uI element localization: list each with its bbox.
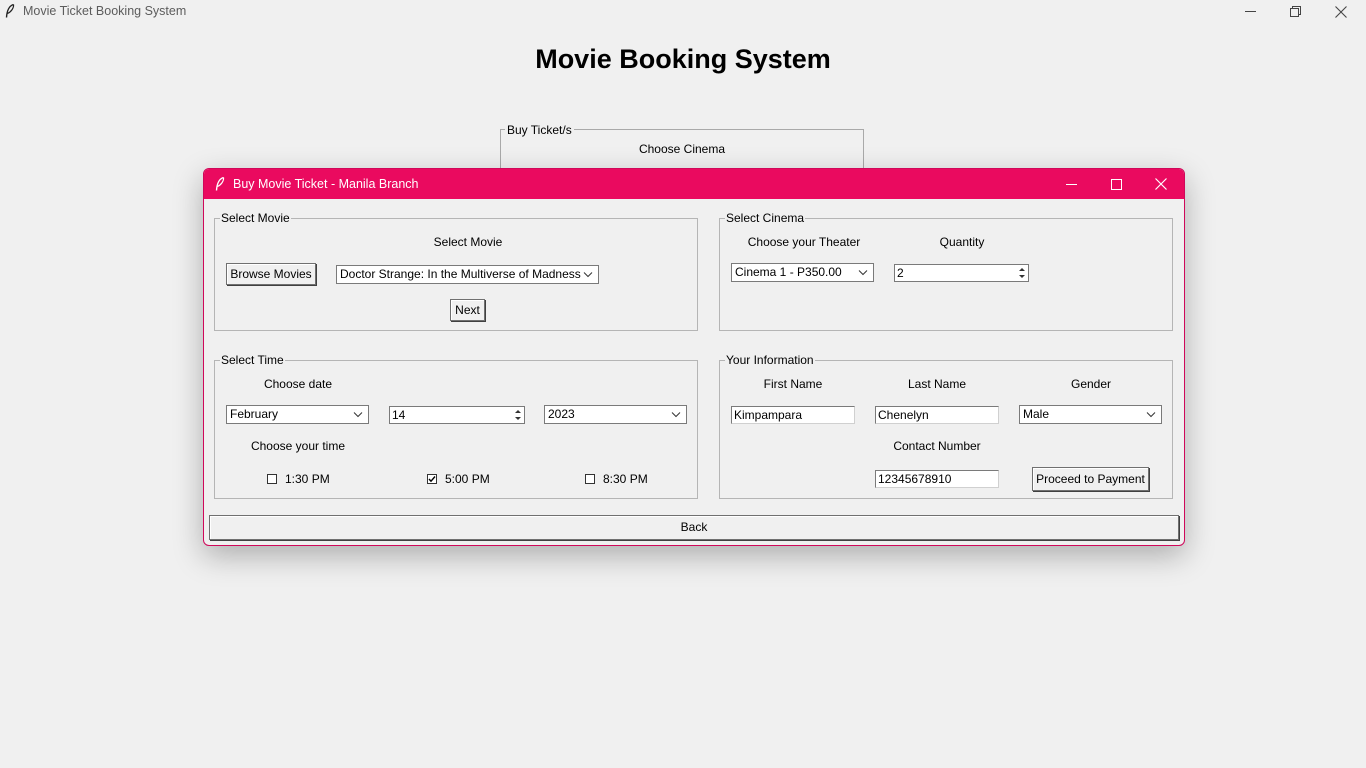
feather-icon	[5, 4, 15, 18]
time-2-checkbox[interactable]	[427, 474, 437, 484]
main-restore-button[interactable]	[1272, 0, 1318, 23]
close-icon	[1155, 178, 1167, 190]
time-option-2[interactable]: 5:00 PM	[427, 472, 490, 486]
chevron-down-icon	[858, 270, 868, 276]
last-name-field[interactable]: Chenelyn	[875, 406, 999, 424]
buy-tickets-legend: Buy Ticket/s	[505, 123, 574, 137]
spin-arrows-icon[interactable]	[513, 407, 523, 423]
quantity-spinbox[interactable]: 2	[894, 264, 1029, 282]
day-spinbox[interactable]: 14	[389, 406, 525, 424]
contact-number-label: Contact Number	[893, 439, 981, 453]
year-select[interactable]: 2023	[544, 405, 687, 424]
select-cinema-legend: Select Cinema	[725, 211, 806, 225]
time-1-label: 1:30 PM	[285, 472, 330, 486]
main-window-titlebar: Movie Ticket Booking System	[0, 0, 1366, 23]
restore-icon	[1289, 6, 1301, 17]
dialog-titlebar: Buy Movie Ticket - Manila Branch	[204, 169, 1184, 199]
dialog-minimize-button[interactable]	[1048, 169, 1094, 199]
proceed-to-payment-button[interactable]: Proceed to Payment	[1032, 467, 1149, 491]
close-icon	[1335, 5, 1347, 18]
dialog-close-button[interactable]	[1138, 169, 1184, 199]
year-select-value: 2023	[548, 407, 575, 421]
last-name-label: Last Name	[907, 377, 967, 391]
choose-date-label: Choose date	[263, 377, 333, 391]
movie-select-value: Doctor Strange: In the Multiverse of Mad…	[340, 267, 581, 281]
first-name-field[interactable]: Kimpampara	[731, 406, 855, 424]
time-3-checkbox[interactable]	[585, 474, 595, 484]
chevron-down-icon	[671, 412, 681, 418]
select-movie-label: Select Movie	[433, 235, 503, 249]
choose-cinema-label: Choose Cinema	[638, 142, 726, 156]
time-3-label: 8:30 PM	[603, 472, 648, 486]
main-minimize-button[interactable]	[1227, 0, 1273, 23]
select-movie-legend: Select Movie	[220, 211, 291, 225]
select-time-legend: Select Time	[220, 353, 285, 367]
gender-label: Gender	[1070, 377, 1112, 391]
dialog-title: Buy Movie Ticket - Manila Branch	[233, 177, 419, 191]
gender-select-value: Male	[1023, 407, 1050, 421]
minimize-icon	[1244, 11, 1256, 12]
app-heading: Movie Booking System	[535, 44, 831, 74]
movie-select[interactable]: Doctor Strange: In the Multiverse of Mad…	[336, 265, 599, 284]
back-button[interactable]: Back	[209, 515, 1179, 540]
dialog-maximize-button[interactable]	[1093, 169, 1139, 199]
time-2-label: 5:00 PM	[445, 472, 490, 486]
time-option-3[interactable]: 8:30 PM	[585, 472, 648, 486]
chevron-down-icon	[353, 412, 363, 418]
theater-label: Choose your Theater	[747, 235, 861, 249]
minimize-icon	[1065, 183, 1077, 185]
quantity-value: 2	[897, 266, 904, 280]
checkmark-icon	[428, 476, 436, 483]
quantity-label: Quantity	[939, 235, 985, 249]
theater-select-value: Cinema 1 - P350.00	[735, 265, 842, 279]
feather-icon	[215, 177, 225, 191]
choose-time-label: Choose your time	[250, 439, 346, 453]
buy-ticket-dialog: Buy Movie Ticket - Manila Branch Select …	[203, 168, 1185, 546]
first-name-label: First Name	[763, 377, 823, 391]
time-1-checkbox[interactable]	[267, 474, 277, 484]
main-window-title: Movie Ticket Booking System	[23, 4, 187, 18]
time-option-1[interactable]: 1:30 PM	[267, 472, 330, 486]
month-select-value: February	[230, 407, 279, 421]
contact-number-field[interactable]: 12345678910	[875, 470, 999, 488]
maximize-icon	[1110, 178, 1122, 190]
theater-select[interactable]: Cinema 1 - P350.00	[731, 263, 874, 282]
month-select[interactable]: February	[226, 405, 369, 424]
day-value: 14	[392, 408, 406, 422]
chevron-down-icon	[583, 272, 593, 278]
your-information-legend: Your Information	[725, 353, 815, 367]
main-close-button[interactable]	[1318, 0, 1364, 23]
gender-select[interactable]: Male	[1019, 405, 1162, 424]
next-button[interactable]: Next	[450, 299, 485, 321]
chevron-down-icon	[1146, 412, 1156, 418]
browse-movies-button[interactable]: Browse Movies	[226, 263, 316, 285]
spin-arrows-icon[interactable]	[1017, 265, 1027, 281]
